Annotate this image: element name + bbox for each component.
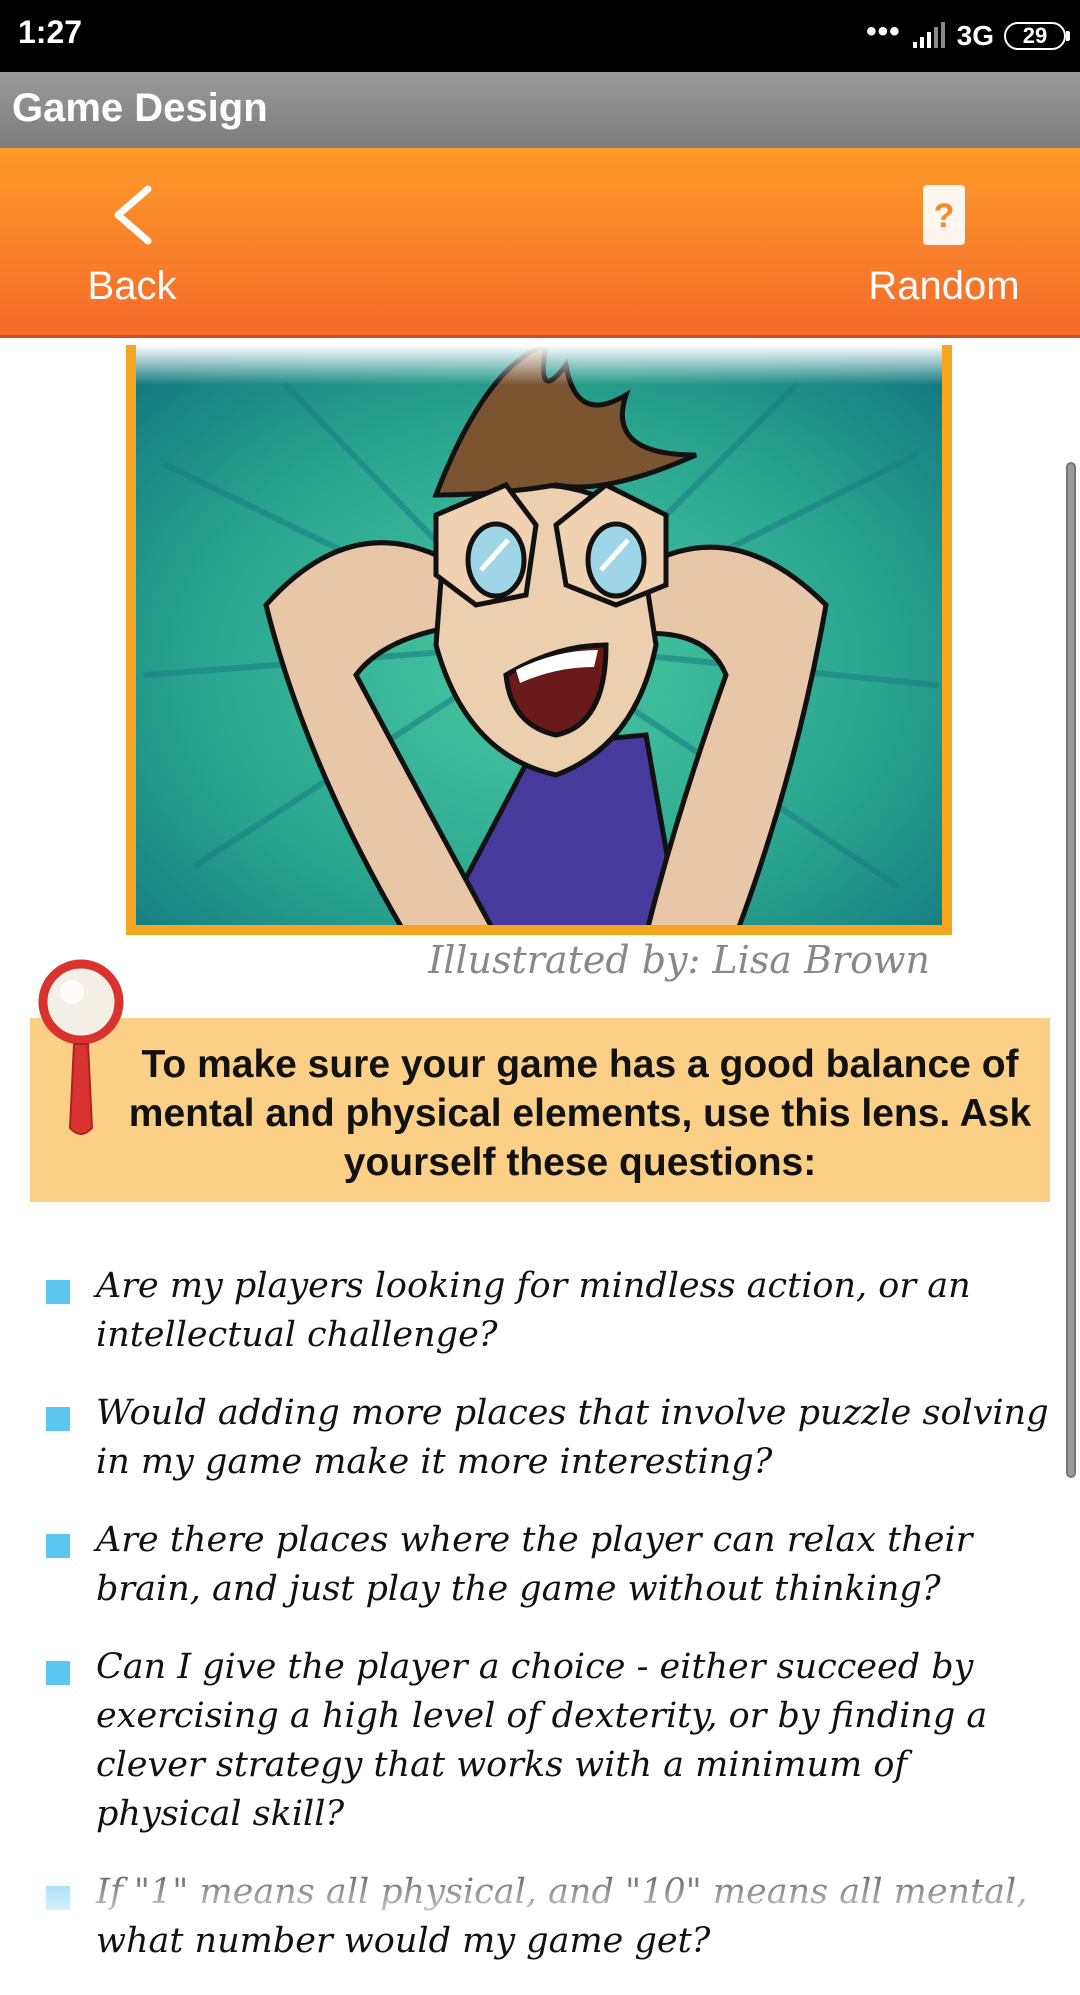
battery-level: 29 [1022, 23, 1048, 48]
question-text: Would adding more places that involve pu… [96, 1393, 1049, 1482]
question-text: Can I give the player a choice - either … [96, 1647, 988, 1834]
app-title: Game Design [12, 86, 268, 130]
back-label: Back [87, 264, 177, 308]
lens-intro-box: To make sure your game has a good balanc… [30, 1018, 1050, 1202]
magnifying-glass-icon [38, 959, 124, 1135]
scrollbar[interactable] [1066, 462, 1076, 1478]
bullet-square-icon [46, 1407, 70, 1431]
question-item: Are there places where the player can re… [0, 1516, 1080, 1614]
random-button[interactable]: ? Random [834, 148, 1054, 334]
question-text: Are my players looking for mindless acti… [96, 1266, 971, 1355]
battery-icon: 29 [1004, 22, 1070, 50]
question-card-icon: ? [921, 180, 967, 250]
question-item: Would adding more places that involve pu… [0, 1389, 1080, 1487]
svg-text:?: ? [934, 197, 955, 235]
random-label: Random [868, 264, 1020, 308]
question-item: Are my players looking for mindless acti… [0, 1262, 1080, 1360]
signal-icon [912, 22, 945, 48]
bullet-square-icon [46, 1661, 70, 1685]
chevron-left-icon [110, 180, 154, 250]
question-item: Can I give the player a choice - either … [0, 1643, 1080, 1839]
bottom-fade [0, 1840, 1080, 1920]
bullet-square-icon [46, 1280, 70, 1304]
bullet-square-icon [46, 1534, 70, 1558]
network-type: 3G [956, 20, 994, 51]
question-text: Are there places where the player can re… [96, 1520, 973, 1609]
app-title-bar: Game Design [0, 72, 1080, 148]
status-bar: 1:27 ••• 3G 29 [0, 0, 1080, 72]
status-icons: ••• 3G 29 [866, 15, 1070, 56]
back-button[interactable]: Back [22, 148, 242, 334]
toolbar: Back ? Random [0, 148, 1080, 338]
lens-intro-text: To make sure your game has a good balanc… [128, 1043, 1032, 1184]
notification-dots-icon: ••• [866, 15, 901, 48]
illustration-credit: Illustrated by: Lisa Brown [428, 938, 930, 982]
status-time: 1:27 [18, 14, 83, 50]
lens-illustration [126, 345, 952, 935]
